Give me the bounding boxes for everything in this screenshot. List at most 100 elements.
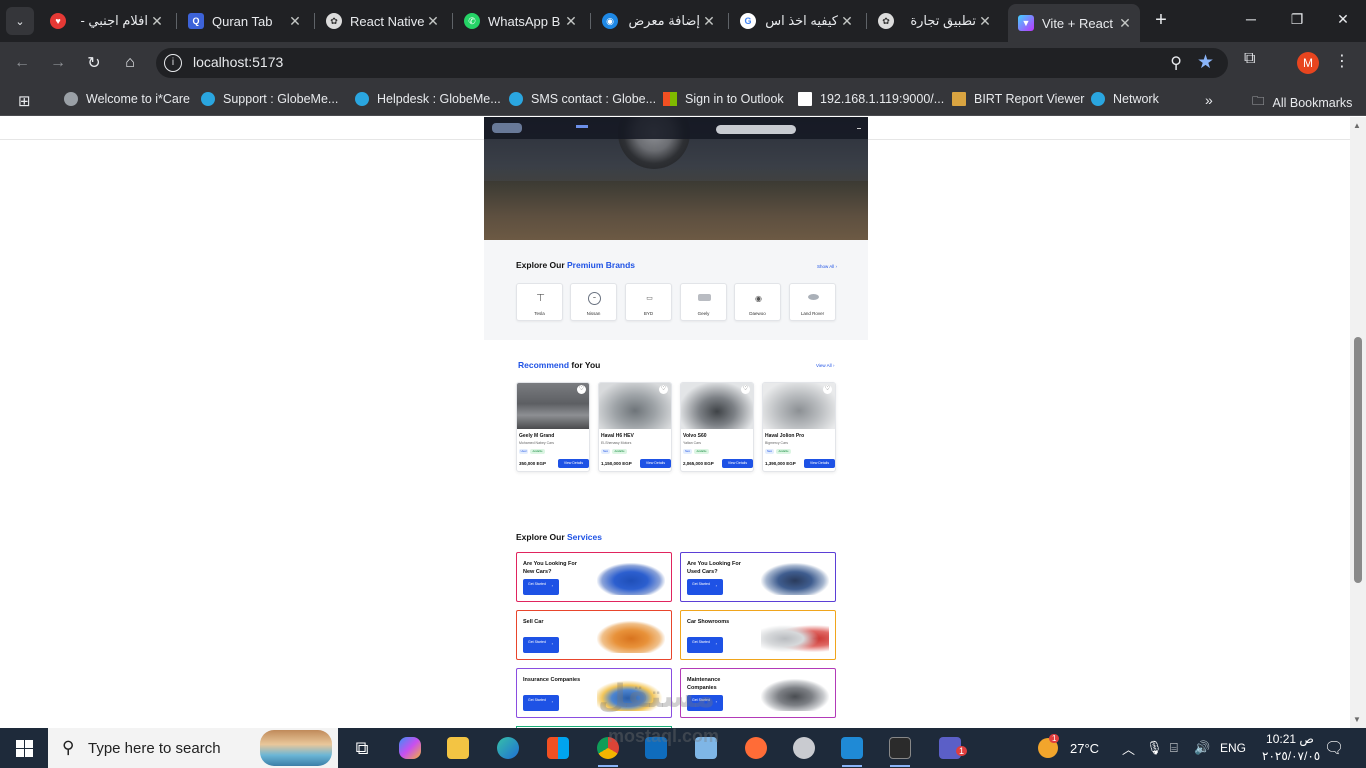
- windows-start-button[interactable]: [0, 728, 48, 768]
- home-icon[interactable]: ⌂: [117, 50, 143, 76]
- tab-5[interactable]: ◉ إضافة معرض ✕: [592, 6, 724, 36]
- taskbar-search-box[interactable]: ⚲ Type here to search: [48, 728, 338, 768]
- favorite-heart-icon[interactable]: ♡: [577, 385, 586, 394]
- favorite-heart-icon[interactable]: ♡: [741, 385, 750, 394]
- file-explorer-icon[interactable]: [434, 728, 482, 768]
- bookmark-helpdesk[interactable]: Helpdesk : GlobeMe...: [355, 92, 501, 106]
- nav-link-home[interactable]: [576, 125, 588, 128]
- url-text[interactable]: localhost:5173: [193, 54, 283, 70]
- tab-4[interactable]: ✆ WhatsApp B ✕: [454, 6, 586, 36]
- apps-grid-icon[interactable]: ⊞: [18, 92, 31, 110]
- back-arrow-icon[interactable]: ←: [9, 50, 35, 76]
- microsoft-store-icon[interactable]: [534, 728, 582, 768]
- app-logo[interactable]: [492, 123, 522, 133]
- bookmark-ip[interactable]: 192.168.1.119:9000/...: [798, 92, 944, 106]
- close-icon[interactable]: ✕: [424, 13, 442, 30]
- favorite-heart-icon[interactable]: ♡: [823, 385, 832, 394]
- bookmark-icare[interactable]: Welcome to i*Care: [64, 92, 190, 106]
- scroll-down-arrow-icon[interactable]: ▼: [1353, 715, 1361, 724]
- brands-show-all-link[interactable]: Show All ›: [817, 264, 837, 269]
- car-card-haval-jolion[interactable]: ♡ Haval Jolion Pro Bigmercy Cars New Ava…: [762, 382, 836, 472]
- favorite-heart-icon[interactable]: ♡: [659, 385, 668, 394]
- tab-3[interactable]: ✿ React Native ✕: [316, 6, 448, 36]
- bookmark-network[interactable]: Network: [1091, 92, 1159, 106]
- close-window-button[interactable]: ✕: [1320, 0, 1366, 38]
- page-scrollbar[interactable]: ▲ ▼: [1350, 117, 1366, 728]
- car-card-geely[interactable]: ♡ Geely M Grand Mohamed Nabey Cars Used …: [516, 382, 590, 472]
- scrollbar-thumb[interactable]: [1354, 337, 1362, 583]
- close-icon[interactable]: ✕: [148, 13, 166, 30]
- zoom-icon[interactable]: ⚲: [1170, 53, 1182, 73]
- reload-icon[interactable]: ↻: [81, 50, 107, 76]
- scroll-up-arrow-icon[interactable]: ▲: [1353, 121, 1361, 130]
- view-details-button[interactable]: View Details: [804, 459, 835, 468]
- weather-widget[interactable]: 1 27°C: [1038, 728, 1099, 768]
- service-card-used-cars[interactable]: Are You Looking For Used Cars? Get Start…: [680, 552, 836, 602]
- view-details-button[interactable]: View Details: [640, 459, 671, 468]
- teams-icon[interactable]: 1: [926, 728, 974, 768]
- tab-6[interactable]: G كيفيه اخذ اس ✕: [730, 6, 862, 36]
- bookmark-support[interactable]: Support : GlobeMe...: [201, 92, 338, 106]
- address-bar[interactable]: i localhost:5173 ⚲ ★: [156, 48, 1228, 78]
- get-started-button[interactable]: Get Started ›: [523, 579, 559, 595]
- brand-card-geely[interactable]: Geely: [680, 283, 727, 321]
- service-card-new-cars[interactable]: Are You Looking For New Cars? Get Starte…: [516, 552, 672, 602]
- service-card-car-showrooms[interactable]: Car Showrooms Get Started ›: [680, 610, 836, 660]
- forward-arrow-icon[interactable]: →: [45, 50, 71, 76]
- bookmark-star-icon[interactable]: ★: [1197, 51, 1214, 74]
- brand-card-daewoo[interactable]: ◉ Daewoo: [734, 283, 781, 321]
- brand-card-land-rover[interactable]: Land Rover: [789, 283, 836, 321]
- brand-card-nissan[interactable]: ━ Nissan: [570, 283, 617, 321]
- navbar-menu-icon[interactable]: [857, 128, 861, 129]
- navbar-search-input[interactable]: [716, 125, 796, 134]
- close-icon[interactable]: ✕: [976, 13, 994, 30]
- close-icon[interactable]: ✕: [1116, 15, 1134, 32]
- tab-2[interactable]: Q Quran Tab ✕: [178, 6, 310, 36]
- get-started-button[interactable]: Get Started ›: [687, 579, 723, 595]
- more-bookmarks-chevron-icon[interactable]: »: [1205, 92, 1213, 108]
- volume-icon[interactable]: 🔊: [1194, 728, 1210, 768]
- close-icon[interactable]: ✕: [700, 13, 718, 30]
- car-card-haval-h6[interactable]: ♡ Haval H6 HEV El-Shenawy Motors New Ava…: [598, 382, 672, 472]
- tab-search-button[interactable]: ⌄: [6, 7, 34, 35]
- get-started-button[interactable]: Get Started ›: [523, 637, 559, 653]
- close-icon[interactable]: ✕: [562, 13, 580, 30]
- terminal-icon[interactable]: [876, 728, 924, 768]
- car-card-volvo-s60[interactable]: ♡ Volvo S60 Yaltan Cars New Available 2,…: [680, 382, 754, 472]
- new-tab-button[interactable]: +: [1150, 9, 1172, 31]
- brand-card-byd[interactable]: ▭ BYD: [625, 283, 672, 321]
- brand-card-tesla[interactable]: ⊤ Tesla: [516, 283, 563, 321]
- view-details-button[interactable]: View Details: [722, 459, 753, 468]
- extensions-icon[interactable]: ⧉: [1244, 50, 1255, 68]
- microphone-icon[interactable]: 🎙: [1146, 728, 1163, 768]
- notifications-icon[interactable]: 🗨: [1324, 738, 1344, 758]
- view-details-button[interactable]: View Details: [558, 459, 589, 468]
- vscode-icon[interactable]: [828, 728, 876, 768]
- recommend-view-all-link[interactable]: View All ›: [816, 363, 834, 368]
- service-card-sell-car[interactable]: Sell Car Get Started ›: [516, 610, 672, 660]
- all-bookmarks[interactable]: 🗀 All Bookmarks: [1252, 92, 1352, 113]
- bookmark-sms[interactable]: SMS contact : Globe...: [509, 92, 656, 106]
- get-started-button[interactable]: Get Started ›: [523, 695, 559, 711]
- bookmark-outlook[interactable]: Sign in to Outlook: [663, 92, 784, 106]
- taskbar-clock[interactable]: 10:21 ص ٢٠٢٥/٠٧/٠٥: [1262, 731, 1320, 765]
- chatgpt-icon[interactable]: [780, 728, 828, 768]
- show-hidden-icons-chevron-icon[interactable]: ︿: [1122, 728, 1135, 768]
- network-icon[interactable]: ⌸: [1170, 728, 1178, 768]
- language-indicator[interactable]: ENG: [1220, 728, 1246, 768]
- tab-7[interactable]: ✿ تطبيق تجارة ✕: [868, 6, 1000, 36]
- site-info-icon[interactable]: i: [164, 54, 182, 72]
- tab-active-vite[interactable]: ▼ Vite + React ✕: [1008, 4, 1140, 42]
- minimize-button[interactable]: ─: [1228, 0, 1274, 38]
- close-icon[interactable]: ✕: [286, 13, 304, 30]
- postman-icon[interactable]: [732, 728, 780, 768]
- copilot-icon[interactable]: [386, 728, 434, 768]
- close-icon[interactable]: ✕: [838, 13, 856, 30]
- profile-avatar[interactable]: M: [1297, 52, 1319, 74]
- get-started-button[interactable]: Get Started ›: [687, 637, 723, 653]
- restore-button[interactable]: ❐: [1274, 0, 1320, 38]
- menu-icon[interactable]: ⋮: [1334, 51, 1350, 71]
- edge-browser-icon[interactable]: [484, 728, 532, 768]
- tab-1[interactable]: ♥ افلام اجنبي - ✕: [40, 6, 172, 36]
- task-view-icon[interactable]: ⧉: [338, 728, 386, 768]
